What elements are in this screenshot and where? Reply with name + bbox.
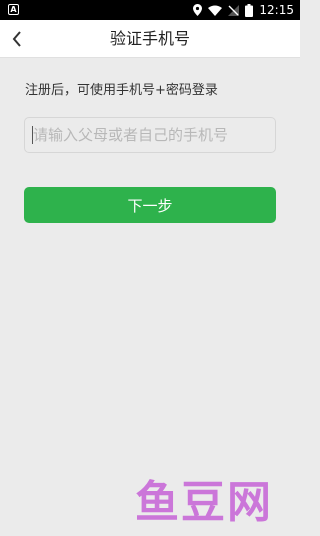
wifi-icon bbox=[208, 5, 223, 16]
notification-a-icon: A bbox=[8, 4, 19, 15]
nav-bar: 验证手机号 bbox=[0, 20, 300, 58]
next-step-button[interactable]: 下一步 bbox=[24, 187, 276, 223]
register-hint-text: 注册后，可使用手机号+密码登录 bbox=[25, 83, 218, 98]
location-icon bbox=[193, 4, 203, 16]
status-bar: A 12:15 bbox=[0, 0, 300, 20]
page-title: 验证手机号 bbox=[109, 29, 190, 48]
battery-icon bbox=[245, 3, 254, 17]
back-button[interactable] bbox=[4, 26, 30, 52]
no-signal-icon bbox=[228, 4, 240, 16]
phone-number-input[interactable] bbox=[24, 117, 276, 153]
text-cursor bbox=[32, 126, 33, 144]
chevron-left-icon bbox=[12, 31, 21, 47]
status-icons: 12:15 bbox=[193, 0, 294, 20]
watermark-logo: 鱼豆网 bbox=[135, 477, 273, 528]
status-time: 12:15 bbox=[259, 3, 294, 17]
